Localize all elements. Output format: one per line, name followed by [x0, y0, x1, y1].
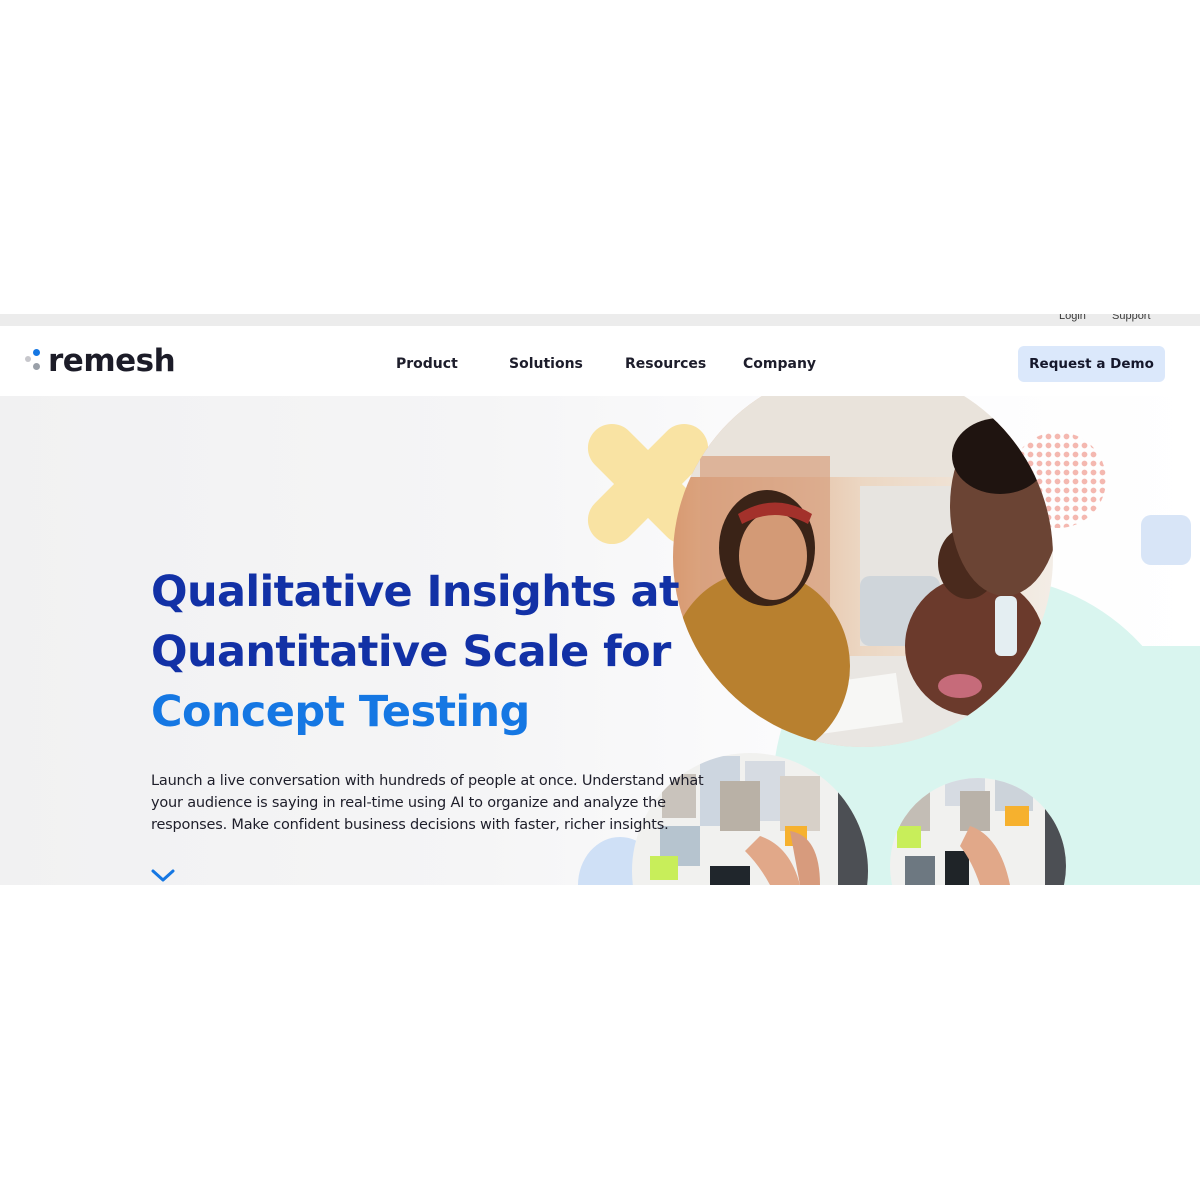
nav-item-solutions[interactable]: Solutions: [509, 326, 583, 396]
login-link[interactable]: Login: [1059, 314, 1086, 322]
nav-item-company[interactable]: Company: [743, 326, 816, 396]
headline-line-1: Qualitative Insights at: [151, 567, 680, 617]
main-navigation: remesh Product Solutions Resources Compa…: [0, 326, 1200, 396]
headline-line-2: Quantitative Scale for: [151, 627, 671, 677]
brand-logo[interactable]: remesh: [24, 341, 176, 381]
blue-square-shape: [1141, 515, 1191, 565]
hero-section: Qualitative Insights at Quantitative Sca…: [0, 396, 1200, 885]
support-link[interactable]: Support: [1112, 314, 1151, 322]
logo-dots-icon: [24, 346, 44, 376]
utility-bar: Login Support: [0, 314, 1200, 326]
nav-item-product[interactable]: Product: [396, 326, 458, 396]
request-demo-button[interactable]: Request a Demo: [1018, 346, 1165, 382]
brand-name: remesh: [48, 342, 176, 379]
nav-item-resources[interactable]: Resources: [625, 326, 706, 396]
chevron-down-icon[interactable]: [150, 866, 176, 884]
headline-line-3: Concept Testing: [151, 687, 530, 737]
hero-description: Launch a live conversation with hundreds…: [151, 773, 704, 833]
hero-headline: Qualitative Insights at Quantitative Sca…: [151, 562, 711, 742]
